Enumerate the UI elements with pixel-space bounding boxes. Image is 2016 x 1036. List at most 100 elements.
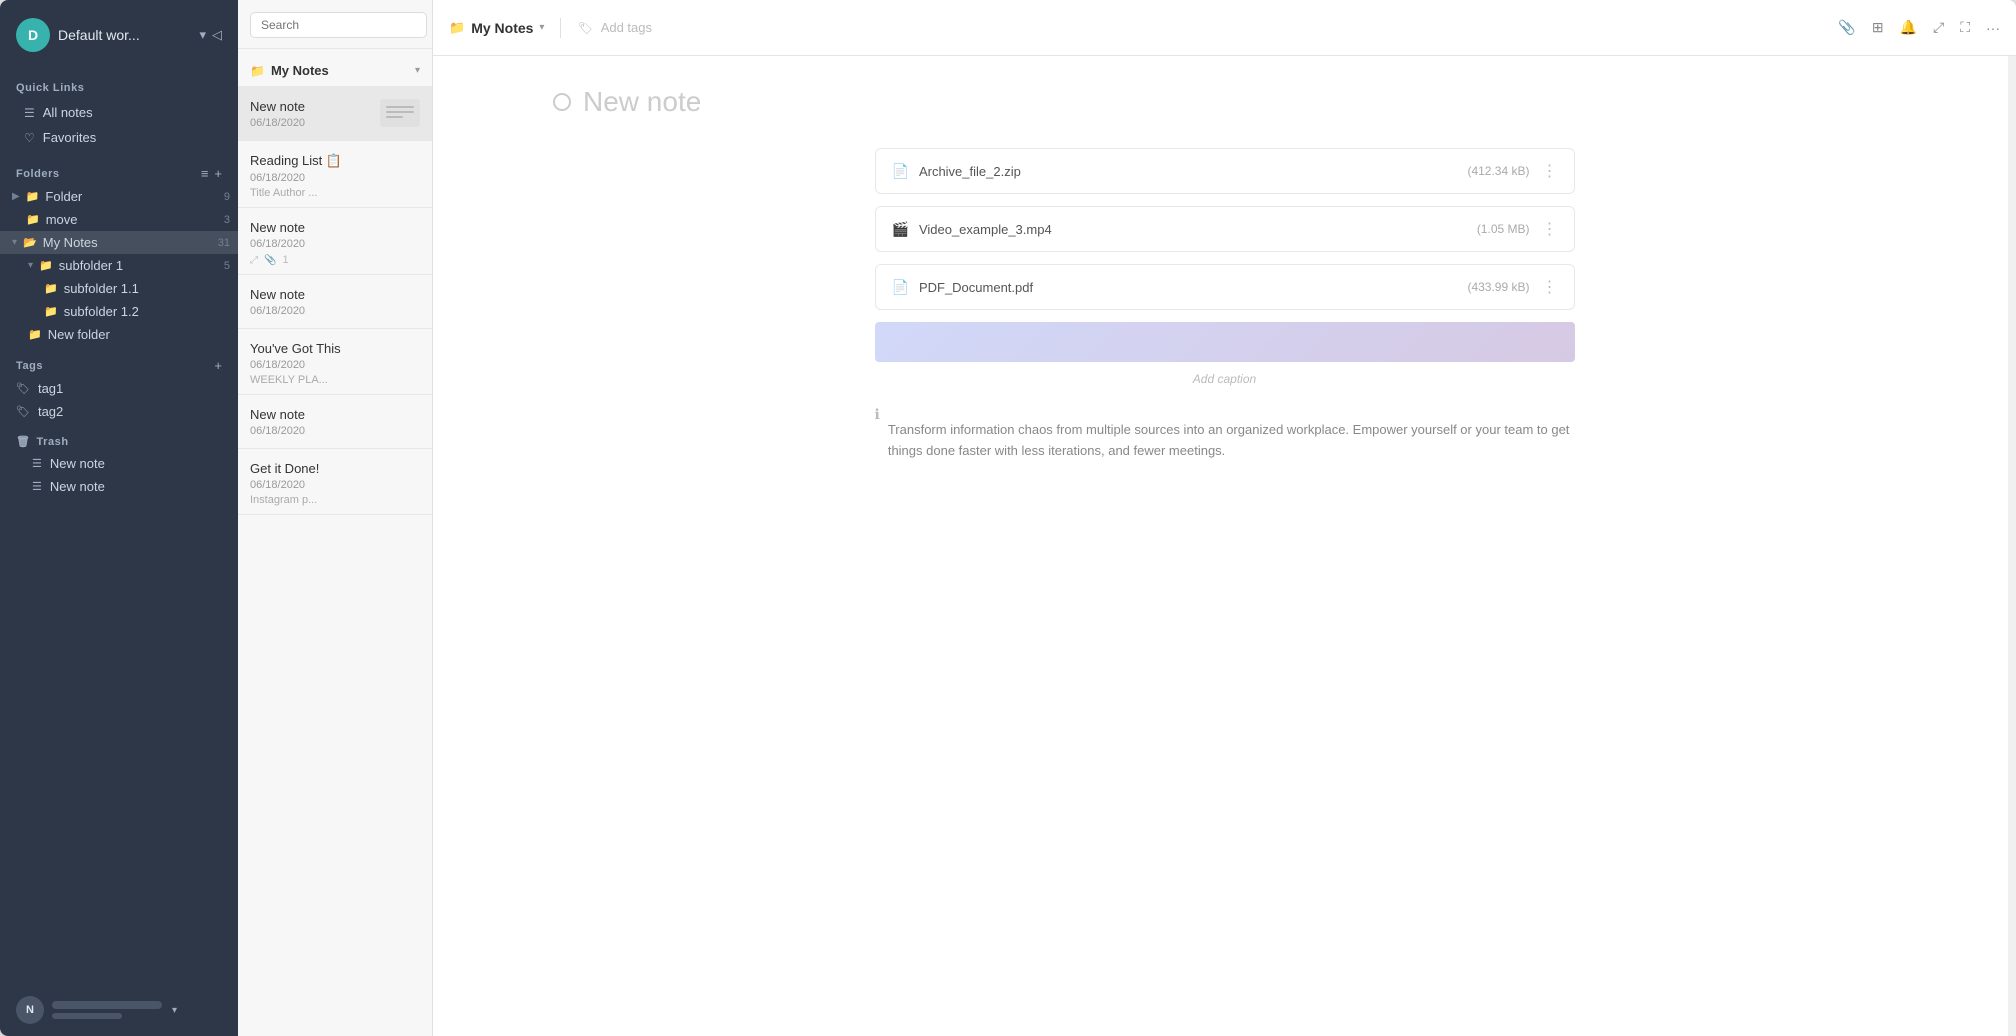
notes-list: New note 06/18/2020 Reading List 📋 0 (238, 87, 432, 1036)
caption-placeholder[interactable]: Add caption (1193, 372, 1256, 386)
search-input[interactable] (250, 12, 427, 38)
note-item[interactable]: New note 06/18/2020 (238, 275, 432, 329)
chevron-down-icon[interactable]: ▾ (199, 27, 206, 43)
folder-item-newfolder[interactable]: 📁 New folder (0, 323, 238, 346)
folder-icon: 📁 (44, 282, 58, 295)
note-title: New note (250, 407, 420, 422)
folder-icon: 📁 (250, 64, 265, 78)
attachment-item: 📄 PDF_Document.pdf (433.99 kB) ⋮ (875, 264, 1575, 310)
note-item[interactable]: New note 06/18/2020 (238, 87, 432, 141)
note-item[interactable]: You've Got This 06/18/2020 WEEKLY PLA... (238, 329, 432, 395)
note-item[interactable]: New note 06/18/2020 (238, 395, 432, 449)
note-item[interactable]: Reading List 📋 06/18/2020 Title Author .… (238, 141, 432, 208)
note-meta: ⤢ 📎 1 (250, 254, 420, 266)
info-icon: ℹ (875, 406, 880, 423)
folder-item-subfolder11[interactable]: 📁 subfolder 1.1 (0, 277, 238, 300)
video-file-icon: 🎬 (892, 221, 909, 238)
thumb-line (386, 106, 414, 108)
sidebar-header: D Default wor... ▾ ◁ (0, 0, 238, 70)
trash-note-1[interactable]: ☰ New note (16, 452, 222, 475)
chevron-down-icon[interactable]: ▾ (539, 22, 544, 33)
scrollbar[interactable] (2008, 56, 2016, 1036)
tag-icon: 🏷 (16, 382, 30, 395)
share-icon: ⤢ (250, 255, 258, 266)
folder-icon: 📁 (28, 328, 42, 341)
note-date: 06/18/2020 (250, 359, 420, 371)
content-area: New note 📄 Archive_file_2.zip (412.34 kB… (433, 56, 2016, 1036)
search-area: ⊟ 🔍 + (238, 0, 432, 49)
trash-title[interactable]: 🗑 Trash (16, 435, 222, 448)
folders-title: Folders (16, 168, 201, 180)
avatar[interactable]: D (16, 18, 50, 52)
chevron-down-icon: ▾ (12, 237, 17, 248)
heart-icon: ♡ (24, 131, 35, 145)
folder-item-folder[interactable]: ▶ 📁 Folder 9 (0, 185, 238, 208)
chevron-down-icon[interactable]: ▾ (172, 1005, 177, 1016)
topbar-icons: 📎 ⊞ 🔔 ⤢ ⛶ ··· (1838, 19, 2000, 36)
folders-header: Folders ≡ + (0, 154, 238, 185)
folder-name: My Notes (43, 235, 212, 250)
note-preview: WEEKLY PLA... (250, 374, 420, 386)
sidebar-item-all-notes[interactable]: ☰ All notes (16, 100, 222, 125)
add-folder-icon[interactable]: + (214, 166, 222, 181)
grid-view-icon[interactable]: ⊞ (1872, 19, 1884, 36)
folder-count: 9 (224, 191, 230, 203)
folder-item-move[interactable]: 📁 move 3 (0, 208, 238, 231)
notes-panel-header: 📁 My Notes ▾ (238, 49, 432, 87)
topbar: 📁 My Notes ▾ 🏷 Add tags 📎 ⊞ 🔔 ⤢ ⛶ ··· (433, 0, 2016, 56)
header-icons: ▾ ◁ (199, 27, 222, 43)
sidebar-toggle-icon[interactable]: ◁ (212, 27, 222, 43)
thumb-line (386, 116, 403, 118)
folder-item-mynotes[interactable]: ▾ 📂 My Notes 31 (0, 231, 238, 254)
folder-icon: 📁 (26, 213, 40, 226)
sidebar-item-tag2[interactable]: 🏷 tag2 (0, 400, 238, 423)
note-main-title[interactable]: New note (583, 86, 701, 118)
note-preview: Title Author ... (250, 187, 420, 199)
chevron-right-icon: ▶ (12, 191, 20, 202)
note-item[interactable]: Get it Done! 06/18/2020 Instagram p... (238, 449, 432, 515)
folder-name: subfolder 1.1 (64, 281, 230, 296)
trash-note-label: New note (50, 456, 105, 471)
chevron-down-icon[interactable]: ▾ (415, 65, 420, 76)
trash-label: Trash (37, 436, 69, 448)
note-thumbnail (380, 99, 420, 127)
folder-item-subfolder1[interactable]: ▾ 📁 subfolder 1 5 (0, 254, 238, 277)
sort-icon[interactable]: ≡ (201, 166, 209, 181)
attachment-item: 🎬 Video_example_3.mp4 (1.05 MB) ⋮ (875, 206, 1575, 252)
note-title: New note (250, 99, 374, 114)
more-options-icon[interactable]: ··· (1986, 20, 2000, 36)
note-body-text: Transform information chaos from multipl… (888, 420, 1575, 462)
add-tag-icon[interactable]: + (214, 358, 222, 373)
sidebar-item-tag1[interactable]: 🏷 tag1 (0, 377, 238, 400)
attachment-name: Archive_file_2.zip (919, 164, 1468, 179)
share-icon[interactable]: ⤢ (1933, 19, 1944, 36)
attachment-icon[interactable]: 📎 (1838, 19, 1855, 36)
more-options-icon[interactable]: ⋮ (1542, 219, 1558, 239)
expand-icon[interactable]: ⛶ (1960, 19, 1970, 36)
note-title: Get it Done! (250, 461, 420, 476)
add-tags-label[interactable]: Add tags (601, 20, 652, 35)
note-title-area: New note (553, 86, 1896, 118)
folder-item-subfolder12[interactable]: 📁 subfolder 1.2 (0, 300, 238, 323)
notes-panel: ⊟ 🔍 + 📁 My Notes ▾ New note 06/18/2020 (238, 0, 433, 1036)
folder-name: New folder (48, 327, 230, 342)
folder-icon: 📁 (39, 259, 53, 272)
sidebar-item-favorites[interactable]: ♡ Favorites (16, 125, 222, 150)
more-options-icon[interactable]: ⋮ (1542, 277, 1558, 297)
tag-label: tag1 (38, 381, 63, 396)
notification-icon[interactable]: 🔔 (1900, 19, 1917, 36)
username-bar (52, 1001, 162, 1009)
zip-file-icon: 📄 (892, 163, 909, 180)
tag-icon: 🏷 (577, 21, 592, 35)
note-date: 06/18/2020 (250, 305, 420, 317)
more-options-icon[interactable]: ⋮ (1542, 161, 1558, 181)
attachment-name: Video_example_3.mp4 (919, 222, 1477, 237)
note-status-circle[interactable] (553, 93, 571, 111)
note-item[interactable]: New note 06/18/2020 ⤢ 📎 1 (238, 208, 432, 275)
chevron-down-icon: ▾ (28, 260, 33, 271)
notes-panel-folder-title: My Notes (271, 63, 409, 78)
attachment-size: (1.05 MB) (1477, 222, 1530, 236)
quick-links-title: Quick Links (16, 82, 222, 94)
note-title: Reading List 📋 (250, 153, 420, 169)
trash-note-2[interactable]: ☰ New note (16, 475, 222, 498)
